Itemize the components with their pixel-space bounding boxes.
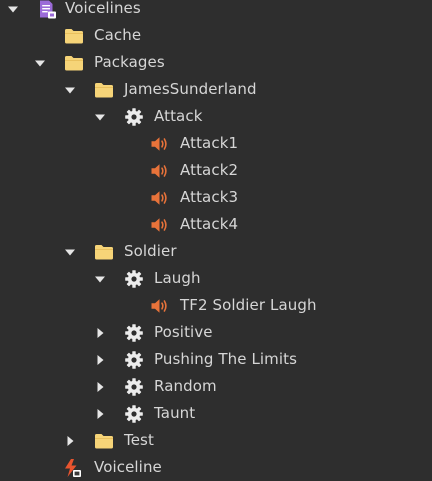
sound-icon: [150, 296, 170, 316]
tree-item-laugh[interactable]: Laugh: [0, 265, 432, 292]
tree-item-test[interactable]: Test: [0, 427, 432, 454]
tree-item-label: Cache: [94, 26, 142, 44]
expand-arrow-down-icon[interactable]: [93, 103, 107, 130]
tree-item-positive[interactable]: Positive: [0, 319, 432, 346]
tree-item-attack2[interactable]: Attack2: [0, 157, 432, 184]
tree-item-voicelines[interactable]: Voicelines: [0, 0, 432, 22]
tree-item-attack1[interactable]: Attack1: [0, 130, 432, 157]
tree-item-attack[interactable]: Attack: [0, 103, 432, 130]
tree-item-label: Packages: [94, 53, 165, 71]
tree-item-tf2-soldier-laugh[interactable]: TF2 Soldier Laugh: [0, 292, 432, 319]
gear-icon: [124, 107, 144, 127]
expand-arrow-down-icon[interactable]: [63, 76, 77, 103]
folder-icon: [94, 80, 114, 100]
tree-item-voiceline[interactable]: Voiceline: [0, 454, 432, 481]
gear-icon: [124, 377, 144, 397]
tree-item-label: Voiceline: [94, 458, 162, 476]
expand-arrow-right-icon[interactable]: [93, 346, 107, 373]
expand-arrow-right-icon[interactable]: [93, 373, 107, 400]
tree-item-label: Taunt: [154, 404, 196, 422]
tree-item-soldier[interactable]: Soldier: [0, 238, 432, 265]
tree-item-label: Attack1: [180, 134, 239, 152]
tree-item-label: Voicelines: [65, 0, 141, 17]
tree-item-label: Laugh: [154, 269, 201, 287]
expand-arrow-down-icon[interactable]: [63, 238, 77, 265]
folder-icon: [64, 26, 84, 46]
tree-item-taunt[interactable]: Taunt: [0, 400, 432, 427]
expand-arrow-right-icon[interactable]: [63, 427, 77, 454]
tree-item-label: Attack: [154, 107, 203, 125]
expand-arrow-right-icon[interactable]: [93, 319, 107, 346]
tree-item-packages[interactable]: Packages: [0, 49, 432, 76]
folder-icon: [64, 53, 84, 73]
gear-icon: [124, 269, 144, 289]
tree-item-random[interactable]: Random: [0, 373, 432, 400]
gear-icon: [124, 404, 144, 424]
tree-item-label: TF2 Soldier Laugh: [180, 296, 317, 314]
tree-item-jamessunderland[interactable]: JamesSunderland: [0, 76, 432, 103]
sound-icon: [150, 161, 170, 181]
expand-arrow-down-icon[interactable]: [93, 265, 107, 292]
expand-arrow-right-icon[interactable]: [93, 400, 107, 427]
sound-icon: [150, 188, 170, 208]
tree-item-attack3[interactable]: Attack3: [0, 184, 432, 211]
tree-item-label: Test: [124, 431, 154, 449]
expand-arrow-down-icon[interactable]: [6, 0, 20, 22]
sound-icon: [150, 134, 170, 154]
expand-arrow-down-icon[interactable]: [33, 49, 47, 76]
tree-item-label: Random: [154, 377, 217, 395]
local-script-icon: [62, 458, 82, 478]
tree-item-label: Attack3: [180, 188, 239, 206]
explorer-tree: Voicelines Cache Packages JamesSunderlan…: [0, 0, 432, 481]
tree-item-label: Positive: [154, 323, 213, 341]
gear-icon: [124, 323, 144, 343]
sound-icon: [150, 215, 170, 235]
tree-item-label: Attack2: [180, 161, 239, 179]
tree-item-attack4[interactable]: Attack4: [0, 211, 432, 238]
tree-item-cache[interactable]: Cache: [0, 22, 432, 49]
folder-icon: [94, 431, 114, 451]
tree-item-label: Pushing The Limits: [154, 350, 298, 368]
module-script-icon: [37, 0, 57, 19]
tree-item-label: Attack4: [180, 215, 239, 233]
tree-item-label: JamesSunderland: [124, 80, 257, 98]
tree-item-pushing-the-limits[interactable]: Pushing The Limits: [0, 346, 432, 373]
folder-icon: [94, 242, 114, 262]
gear-icon: [124, 350, 144, 370]
tree-item-label: Soldier: [124, 242, 177, 260]
